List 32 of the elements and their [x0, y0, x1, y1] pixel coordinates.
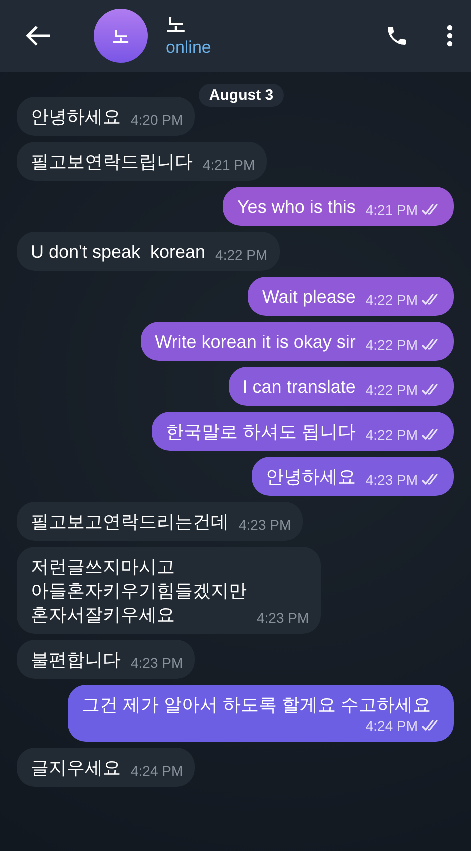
message-text: Wait please	[262, 286, 356, 309]
message-text: 저런글쓰지마시고 아들혼자키우기힘들겠지만 혼자서잘키우세요	[31, 556, 247, 627]
message-text: U don't speak korean	[31, 241, 206, 264]
message-time: 4:24 PM	[131, 762, 184, 780]
date-chip: August 3	[199, 84, 284, 107]
message-time: 4:20 PM	[131, 111, 184, 129]
avatar[interactable]: 노	[94, 9, 148, 63]
message-time: 4:22 PM	[366, 381, 418, 399]
message-text: 필고보연락드립니다	[31, 151, 193, 174]
message-text: 그건 제가 알아서 하도록 할게요 수고하세요	[82, 694, 432, 717]
message-time: 4:22 PM	[366, 336, 418, 354]
message-time: 4:23 PM	[366, 471, 418, 489]
message-text: I can translate	[242, 376, 356, 399]
message-text: Write korean it is okay sir	[155, 331, 356, 354]
message-time: 4:23 PM	[131, 654, 184, 672]
contact-name: 노	[166, 13, 187, 37]
message-text: 필고보고연락드리는건데	[31, 511, 229, 534]
message-time: 4:23 PM	[239, 516, 292, 534]
message-text: 안녕하세요	[31, 106, 121, 129]
message-text: Yes who is this	[237, 196, 356, 219]
message-time: 4:21 PM	[203, 156, 256, 174]
message-text: 불편합니다	[31, 649, 121, 672]
message-time: 4:23 PM	[257, 609, 310, 627]
message-time: 4:22 PM	[366, 291, 418, 309]
message-time: 4:22 PM	[216, 246, 268, 264]
message-text: 글지우세요	[31, 757, 121, 780]
message-time: 4:22 PM	[366, 426, 418, 444]
contact-status: online	[166, 37, 212, 59]
message-time: 4:24 PM	[366, 717, 418, 735]
message-time: 4:21 PM	[366, 201, 418, 219]
message-text: 안녕하세요	[266, 466, 356, 489]
message-text: 한국말로 하셔도 됩니다	[166, 421, 356, 444]
